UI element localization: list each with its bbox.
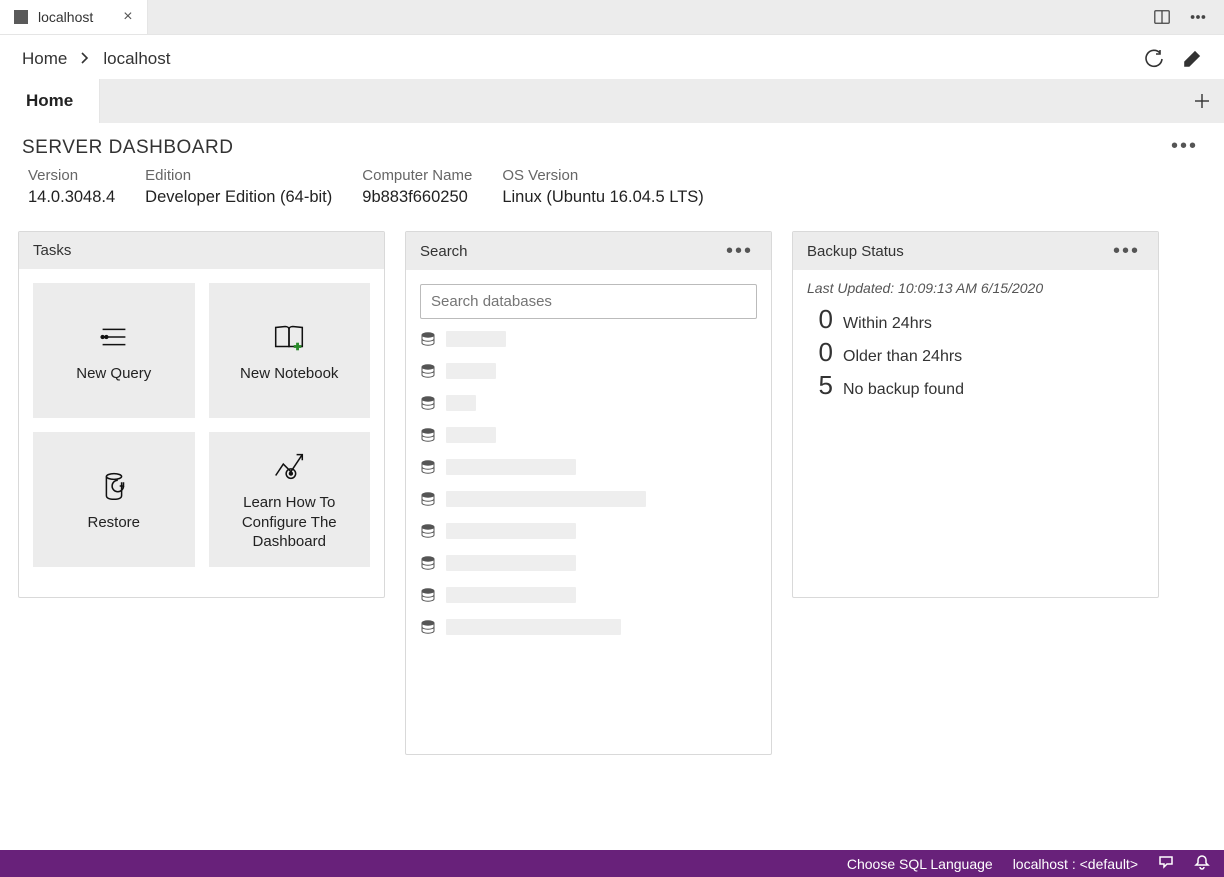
editor-tabstrip: localhost × [0, 0, 1224, 35]
database-icon [420, 332, 436, 346]
tab-home-label: Home [26, 91, 73, 111]
database-item[interactable] [420, 327, 757, 351]
prop-edition-value: Developer Edition (64-bit) [145, 188, 332, 207]
breadcrumb-row: Home localhost [0, 35, 1224, 79]
dashboard-more-icon[interactable]: ••• [1167, 137, 1202, 155]
prop-os-label: OS Version [502, 167, 703, 184]
database-item[interactable] [420, 423, 757, 447]
prop-computer-label: Computer Name [362, 167, 472, 184]
search-title: Search [420, 243, 468, 260]
new-notebook-label: New Notebook [240, 364, 338, 384]
new-query-tile[interactable]: New Query [33, 283, 195, 418]
database-icon [420, 460, 436, 474]
search-input[interactable] [420, 284, 757, 319]
notebook-icon [269, 318, 309, 356]
prop-computer-value: 9b883f660250 [362, 188, 472, 207]
close-icon[interactable]: × [123, 8, 132, 26]
database-icon [420, 492, 436, 506]
database-icon [420, 428, 436, 442]
backup-label: Within 24hrs [843, 315, 932, 333]
prop-edition-label: Edition [145, 167, 332, 184]
search-more-icon[interactable]: ••• [722, 242, 757, 260]
editor-tab-localhost[interactable]: localhost × [0, 0, 148, 34]
database-name-redacted [446, 395, 476, 411]
database-item[interactable] [420, 615, 757, 639]
status-bar: Choose SQL Language localhost : <default… [0, 850, 1224, 877]
restore-label: Restore [87, 513, 140, 533]
tasks-widget: Tasks New Query N [18, 231, 385, 598]
status-connection[interactable]: localhost : <default> [1013, 856, 1138, 872]
add-tab-button[interactable] [1180, 91, 1224, 111]
breadcrumb: Home localhost [22, 49, 170, 69]
backup-list: 0 Within 24hrs 0 Older than 24hrs 5 No backup… [793, 296, 1158, 409]
query-icon [94, 318, 134, 356]
database-name-redacted [446, 619, 621, 635]
database-list [420, 327, 757, 639]
database-item[interactable] [420, 359, 757, 383]
tab-home[interactable]: Home [0, 79, 100, 123]
database-name-redacted [446, 587, 576, 603]
backup-more-icon[interactable]: ••• [1109, 242, 1144, 260]
new-query-label: New Query [76, 364, 151, 384]
prop-version-label: Version [28, 167, 115, 184]
database-name-redacted [446, 523, 576, 539]
database-icon [420, 588, 436, 602]
restore-tile[interactable]: Restore [33, 432, 195, 567]
database-icon [420, 620, 436, 634]
database-name-redacted [446, 555, 576, 571]
database-icon [420, 556, 436, 570]
new-notebook-tile[interactable]: New Notebook [209, 283, 371, 418]
backup-row[interactable]: 0 Within 24hrs [813, 304, 1138, 335]
database-item[interactable] [420, 455, 757, 479]
database-item[interactable] [420, 551, 757, 575]
chevron-right-icon [79, 49, 91, 69]
database-item[interactable] [420, 391, 757, 415]
search-widget: Search ••• [405, 231, 772, 755]
editor-tab-title: localhost [38, 9, 93, 25]
server-icon [14, 10, 28, 24]
edit-icon[interactable] [1182, 49, 1202, 69]
database-item[interactable] [420, 487, 757, 511]
dashboard-title: SERVER DASHBOARD [22, 137, 233, 159]
database-item[interactable] [420, 519, 757, 543]
backup-status-widget: Backup Status ••• Last Updated: 10:09:13… [792, 231, 1159, 598]
database-icon [420, 524, 436, 538]
configure-label: Learn How To Configure The Dashboard [215, 493, 365, 552]
backup-count: 0 [813, 337, 833, 368]
restore-icon [94, 467, 134, 505]
database-name-redacted [446, 331, 506, 347]
breadcrumb-root[interactable]: Home [22, 49, 67, 69]
backup-row[interactable]: 5 No backup found [813, 370, 1138, 401]
backup-count: 5 [813, 370, 833, 401]
database-name-redacted [446, 363, 496, 379]
backup-label: Older than 24hrs [843, 348, 962, 366]
refresh-icon[interactable] [1144, 49, 1164, 69]
database-name-redacted [446, 491, 646, 507]
backup-row[interactable]: 0 Older than 24hrs [813, 337, 1138, 368]
feedback-icon[interactable] [1158, 854, 1174, 873]
database-icon [420, 364, 436, 378]
backup-updated: Last Updated: 10:09:13 AM 6/15/2020 [793, 270, 1158, 296]
prop-version-value: 14.0.3048.4 [28, 188, 115, 207]
server-properties: Version 14.0.3048.4 Edition Developer Ed… [0, 167, 1224, 231]
more-actions-icon[interactable] [1188, 7, 1208, 27]
database-icon [420, 396, 436, 410]
backup-count: 0 [813, 304, 833, 335]
prop-os-value: Linux (Ubuntu 16.04.5 LTS) [502, 188, 703, 207]
database-item[interactable] [420, 583, 757, 607]
dashboard-tabs: Home [0, 79, 1224, 123]
status-sql-language[interactable]: Choose SQL Language [847, 856, 993, 872]
split-editor-icon[interactable] [1152, 7, 1172, 27]
database-name-redacted [446, 459, 576, 475]
chart-gear-icon [269, 447, 309, 485]
bell-icon[interactable] [1194, 854, 1210, 873]
tasks-title: Tasks [33, 242, 71, 259]
database-name-redacted [446, 427, 496, 443]
backup-label: No backup found [843, 381, 964, 399]
configure-dashboard-tile[interactable]: Learn How To Configure The Dashboard [209, 432, 371, 567]
backup-title: Backup Status [807, 243, 904, 260]
breadcrumb-current[interactable]: localhost [103, 49, 170, 69]
